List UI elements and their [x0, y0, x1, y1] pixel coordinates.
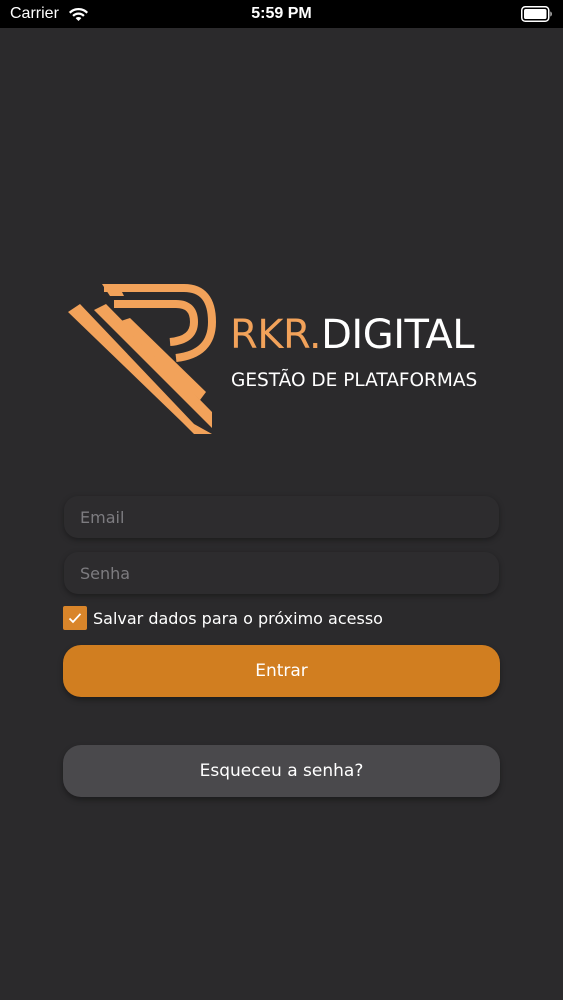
status-bar: Carrier 5:59 PM — [0, 0, 563, 28]
email-field[interactable] — [64, 496, 499, 538]
forgot-password-button[interactable]: Esqueceu a senha? — [63, 745, 500, 797]
brand-name: RKR.DIGITAL — [230, 312, 474, 358]
remember-me-row[interactable]: Salvar dados para o próximo acesso — [63, 605, 383, 631]
rkr-logo-icon — [68, 284, 217, 434]
remember-me-label: Salvar dados para o próximo acesso — [93, 608, 383, 628]
brand-logo: RKR.DIGITAL GESTÃO DE PLATAFORMAS — [66, 282, 496, 437]
login-screen: Carrier 5:59 PM RKR.DIGITAL GESTÃO DE PL… — [0, 0, 563, 1000]
brand-suffix: DIGITAL — [321, 312, 474, 358]
clock: 5:59 PM — [251, 5, 312, 22]
checkmark-icon — [68, 613, 82, 624]
remember-me-checkbox[interactable] — [63, 606, 87, 630]
login-button[interactable]: Entrar — [63, 645, 500, 697]
battery-icon — [521, 6, 552, 22]
brand-tagline: GESTÃO DE PLATAFORMAS — [231, 370, 478, 391]
password-field[interactable] — [64, 552, 499, 594]
brand-prefix: RKR. — [230, 312, 322, 358]
